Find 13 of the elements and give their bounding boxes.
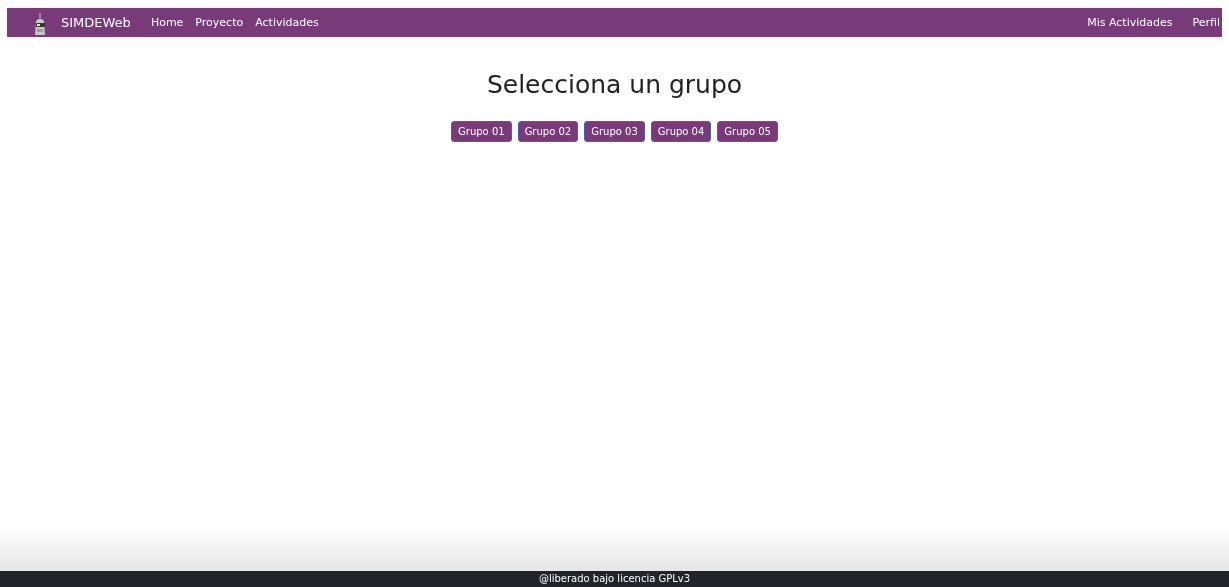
- nav-link[interactable]: Proyecto: [195, 16, 244, 29]
- group-button[interactable]: Grupo 03: [584, 121, 645, 142]
- nav-link[interactable]: Mis Actividades: [1087, 16, 1173, 29]
- group-button[interactable]: Grupo 05: [717, 121, 778, 142]
- group-button[interactable]: Grupo 02: [517, 121, 579, 142]
- nav-link[interactable]: Actividades: [255, 16, 319, 29]
- group-button[interactable]: Grupo 01: [451, 121, 512, 142]
- group-button[interactable]: Grupo 04: [650, 121, 712, 142]
- footer-text: @liberado bajo licencia GPLv3: [0, 571, 1229, 587]
- nav-link[interactable]: Home: [150, 16, 184, 29]
- page-heading: Selecciona un grupo: [485, 70, 744, 99]
- brand-link[interactable]: SIMDEWeb: [61, 15, 131, 30]
- nav-link[interactable]: Perfil: [1192, 16, 1220, 29]
